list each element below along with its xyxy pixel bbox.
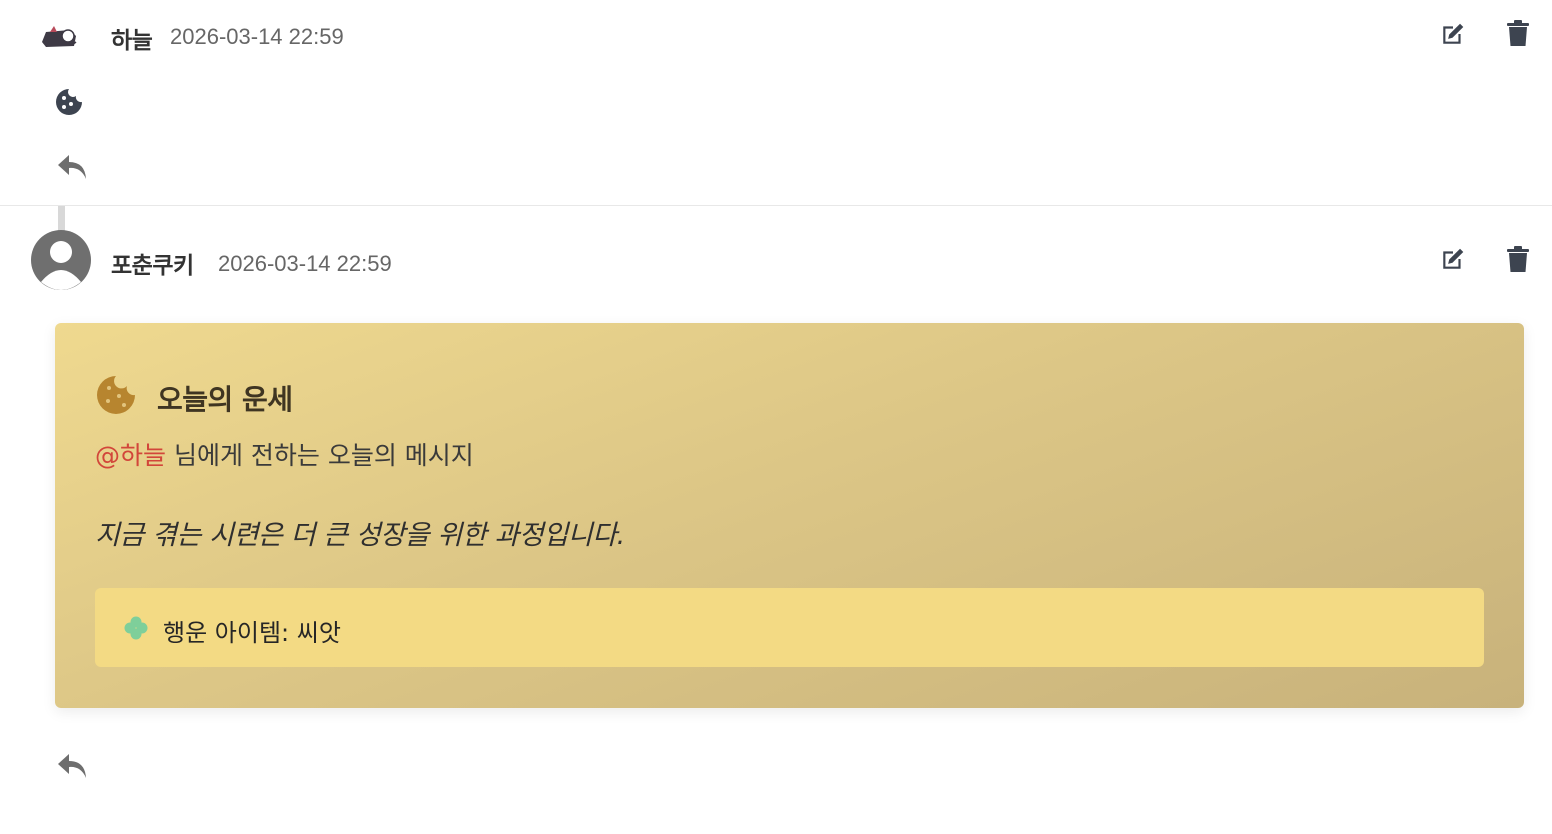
edit-button[interactable] — [1437, 18, 1469, 50]
comment-item: 하늘 2026-03-14 22:59 — [0, 0, 1552, 206]
comment-author[interactable]: 하늘 — [111, 21, 153, 55]
avatar[interactable] — [40, 22, 80, 50]
fortune-subtitle: @하늘 님에게 전하는 오늘의 메시지 — [95, 436, 474, 472]
comment-author[interactable]: 포춘쿠키 — [111, 246, 194, 280]
thread-line — [58, 206, 65, 232]
fortune-subtitle-text: 님에게 전하는 오늘의 메시지 — [173, 441, 474, 470]
trash-icon — [1507, 246, 1529, 272]
delete-button[interactable] — [1502, 17, 1534, 49]
mention-link[interactable]: @하늘 — [95, 441, 166, 470]
reply-icon — [58, 754, 86, 778]
lucky-item-box: 행운 아이템: 씨앗 — [95, 588, 1484, 667]
fortune-message: 지금 겪는 시련은 더 큰 성장을 위한 과정입니다. — [95, 520, 625, 551]
cookie-icon — [55, 88, 83, 116]
fortune-title: 오늘의 운세 — [157, 383, 293, 416]
avatar[interactable] — [31, 230, 91, 290]
edit-icon — [1443, 23, 1464, 44]
comment-item: 포춘쿠키 2026-03-14 22:59 오늘의 운세 @하늘 님에게 전하는… — [0, 206, 1552, 834]
delete-button[interactable] — [1502, 243, 1534, 275]
comment-timestamp: 2026-03-14 22:59 — [218, 251, 392, 276]
fortune-card: 오늘의 운세 @하늘 님에게 전하는 오늘의 메시지 지금 겪는 시련은 더 큰… — [55, 323, 1524, 708]
edit-button[interactable] — [1437, 243, 1469, 275]
clover-icon — [123, 615, 149, 641]
reply-button[interactable] — [56, 752, 92, 782]
reply-button[interactable] — [56, 153, 92, 183]
lucky-item-text: 행운 아이템: 씨앗 — [163, 619, 341, 647]
cookie-icon — [95, 374, 137, 416]
trash-icon — [1507, 20, 1529, 46]
comment-timestamp: 2026-03-14 22:59 — [170, 24, 344, 49]
reply-icon — [58, 155, 86, 179]
edit-icon — [1443, 248, 1464, 269]
